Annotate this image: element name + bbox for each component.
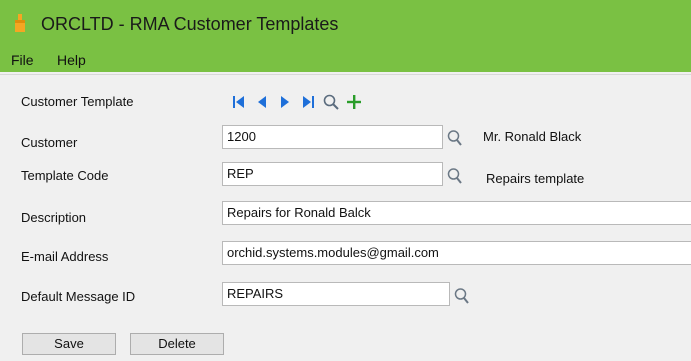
first-record-icon[interactable]	[230, 93, 248, 111]
customer-search-icon[interactable]	[446, 128, 464, 148]
window-title: ORCLTD - RMA Customer Templates	[41, 14, 339, 34]
template-code-description: Repairs template	[486, 171, 585, 186]
menu-file[interactable]: File	[11, 52, 34, 68]
next-record-icon[interactable]	[276, 93, 294, 111]
customer-field[interactable]: 1200	[222, 125, 443, 149]
template-code-search-icon[interactable]	[446, 166, 464, 186]
email-field[interactable]: orchid.systems.modules@gmail.com	[222, 241, 691, 265]
last-record-icon[interactable]	[299, 93, 317, 111]
customer-name: Mr. Ronald Black	[483, 129, 582, 144]
default-message-search-icon[interactable]	[453, 286, 471, 306]
description-field[interactable]: Repairs for Ronald Balck	[222, 201, 691, 225]
email-label: E-mail Address	[21, 249, 109, 264]
previous-record-icon[interactable]	[253, 93, 271, 111]
save-button[interactable]: Save	[22, 333, 116, 355]
app-icon	[15, 14, 25, 32]
add-icon[interactable]	[345, 93, 363, 111]
menu-help[interactable]: Help	[57, 52, 86, 68]
template-code-label: Template Code	[21, 168, 109, 183]
description-label: Description	[21, 210, 87, 225]
default-message-label: Default Message ID	[21, 289, 136, 304]
customer-template-label: Customer Template	[21, 94, 134, 109]
finder-search-icon[interactable]	[322, 93, 340, 111]
title-bar: ORCLTD - RMA Customer Templates	[0, 0, 691, 46]
delete-button[interactable]: Delete	[130, 333, 224, 355]
menu-bar: File Help	[0, 46, 691, 72]
template-code-field[interactable]: REP	[222, 162, 443, 186]
default-message-field[interactable]: REPAIRS	[222, 282, 450, 306]
customer-label: Customer	[21, 135, 78, 150]
